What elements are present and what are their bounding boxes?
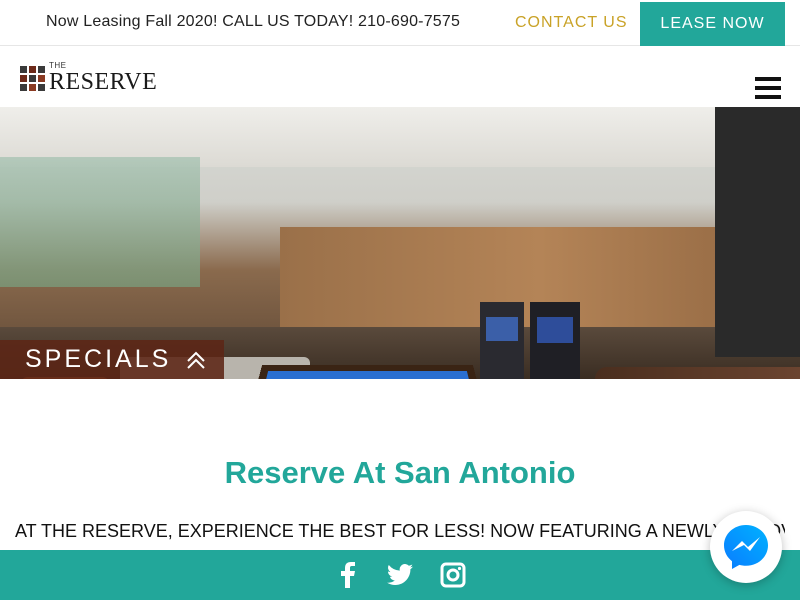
logo-mark-icon (20, 65, 45, 91)
promo-text[interactable]: Now Leasing Fall 2020! CALL US TODAY! 21… (46, 13, 460, 31)
page-title: Reserve At San Antonio (224, 455, 576, 490)
menu-icon[interactable] (755, 77, 781, 99)
twitter-icon[interactable] (386, 562, 414, 588)
messenger-chat-button[interactable] (710, 511, 782, 583)
top-bar: Now Leasing Fall 2020! CALL US TODAY! 21… (0, 0, 800, 46)
messenger-icon (724, 525, 768, 569)
footer-bar (0, 550, 800, 600)
specials-label: SPECIALS (25, 345, 172, 373)
facebook-icon[interactable] (334, 562, 362, 588)
specials-button[interactable]: SPECIALS (0, 340, 224, 379)
lease-now-button[interactable]: LEASE NOW (640, 2, 785, 46)
hero-image (0, 107, 800, 379)
logo[interactable]: THE RESERVE (20, 61, 157, 95)
logo-name-text: RESERVE (49, 69, 158, 95)
contact-us-link[interactable]: CONTACT US (515, 14, 628, 32)
tagline-text: AT THE RESERVE, EXPERIENCE THE BEST FOR … (15, 521, 785, 541)
chevron-double-up-icon (187, 351, 205, 369)
nav-bar: THE RESERVE (0, 47, 800, 107)
instagram-icon[interactable] (439, 562, 467, 588)
